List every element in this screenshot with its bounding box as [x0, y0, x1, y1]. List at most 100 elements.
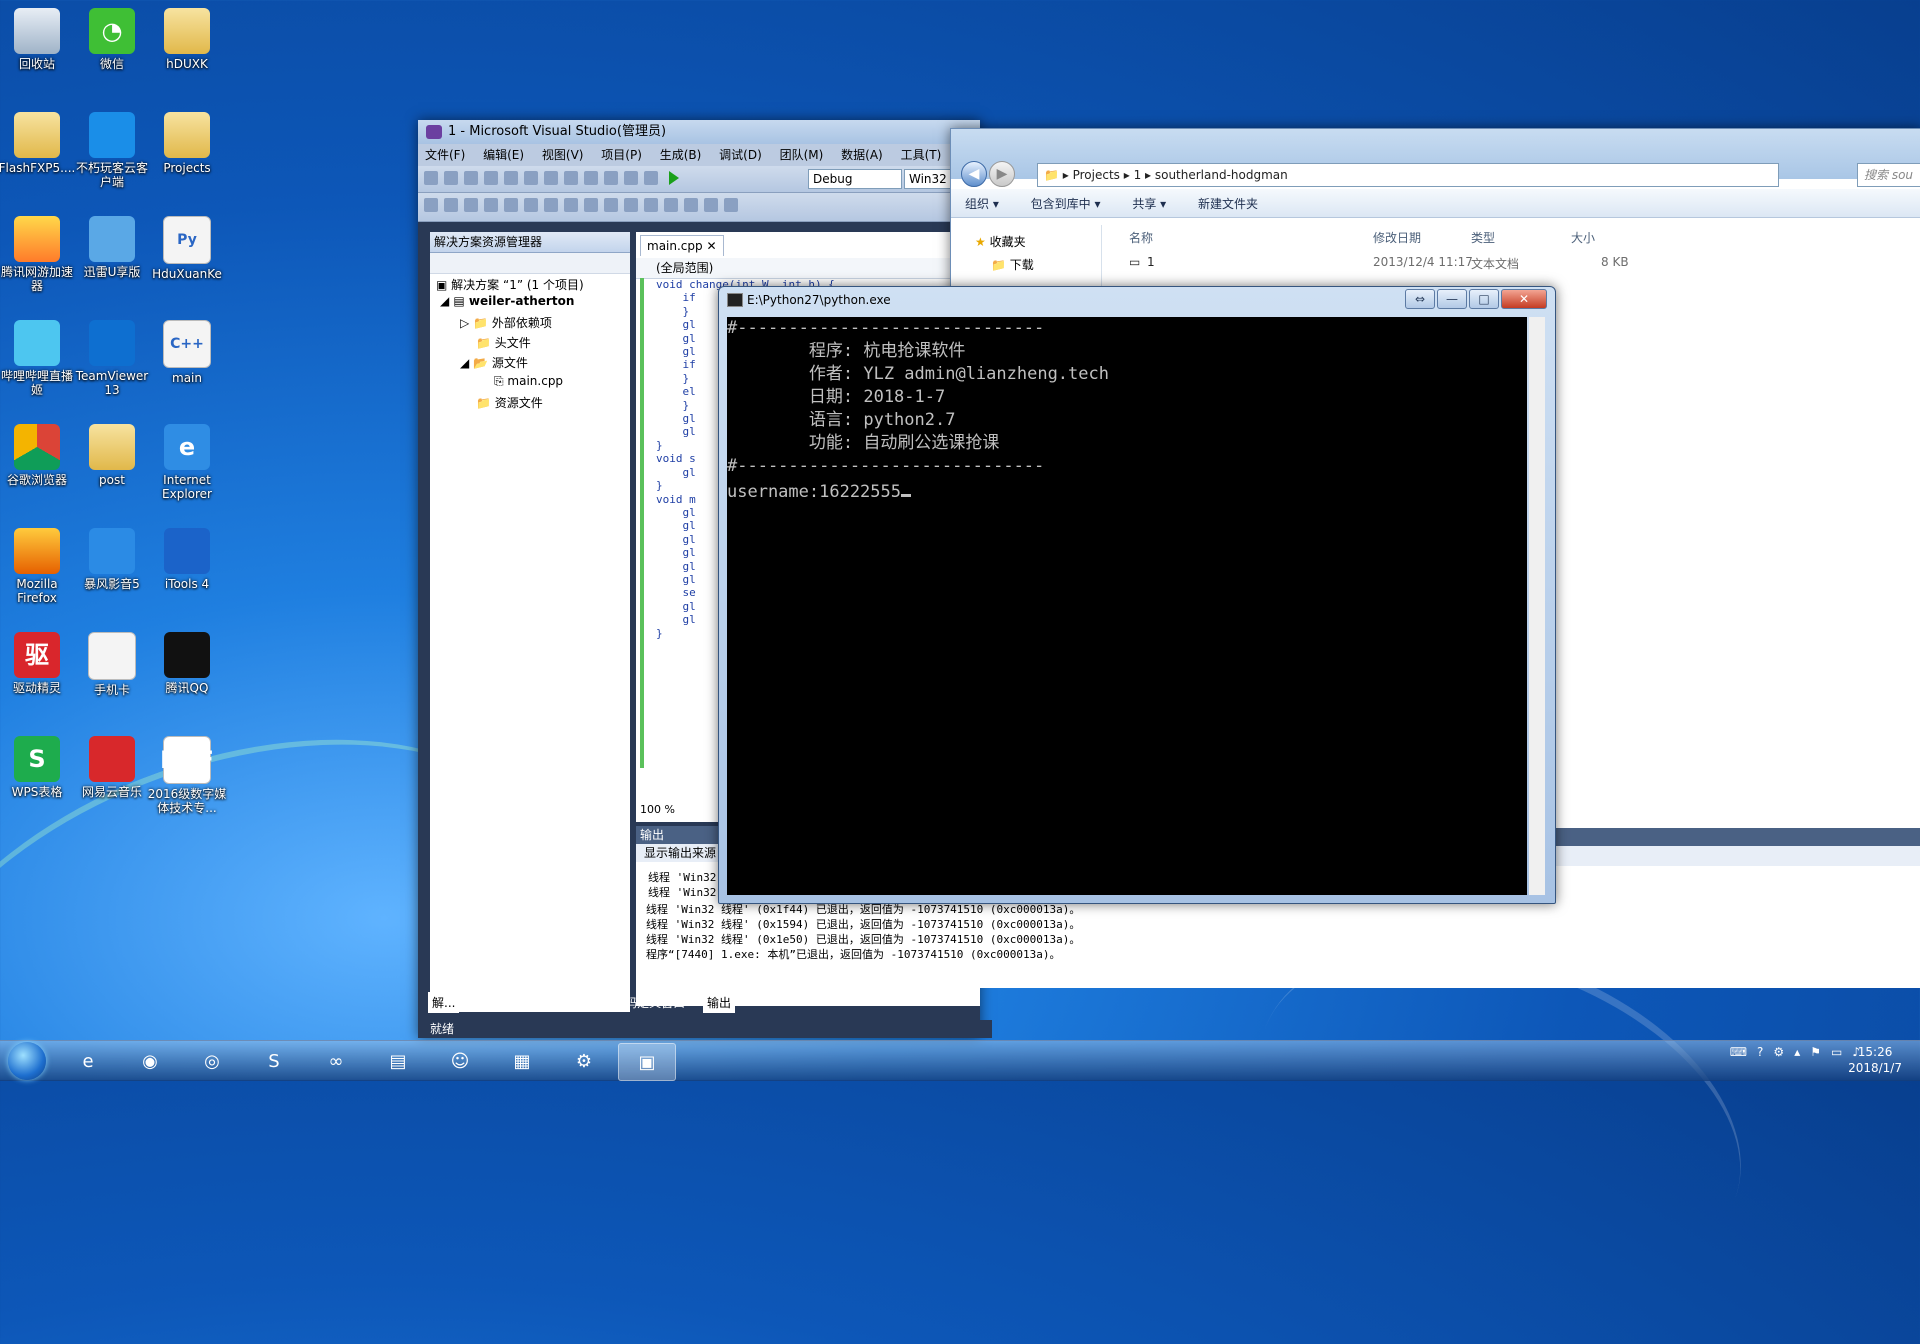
taskbar-sublime-icon[interactable]: S	[246, 1043, 302, 1079]
tab-class-view[interactable]: 类...	[473, 992, 504, 1013]
taskbar-vs-icon[interactable]: ∞	[308, 1043, 364, 1079]
navigate-back-icon[interactable]	[624, 171, 638, 185]
show-hidden-icon[interactable]: ▴	[1794, 1045, 1800, 1059]
cut-icon[interactable]	[524, 171, 538, 185]
paste-icon[interactable]	[564, 171, 578, 185]
network-icon[interactable]: ▭	[1831, 1045, 1842, 1059]
col-type[interactable]: 类型	[1471, 229, 1495, 246]
desktop-icon[interactable]: Projects	[146, 112, 228, 175]
keyboard-icon[interactable]: ⌨	[1730, 1045, 1747, 1059]
toolbar-icon[interactable]	[544, 198, 558, 212]
toolbar-icon[interactable]	[684, 198, 698, 212]
tab-code-definition[interactable]: 代码定义窗口	[609, 992, 689, 1013]
toolbar-icon[interactable]	[504, 198, 518, 212]
menu-debug[interactable]: 调试(D)	[719, 148, 762, 162]
menu-team[interactable]: 团队(M)	[780, 148, 824, 162]
desktop-icon[interactable]: 谷歌浏览器	[0, 424, 78, 487]
clock[interactable]: 15:26 2018/1/7	[1848, 1044, 1902, 1076]
forward-button[interactable]: ▶	[989, 161, 1015, 187]
tab-team[interactable]: 团...	[564, 992, 595, 1013]
navigate-forward-icon[interactable]	[644, 171, 658, 185]
undo-icon[interactable]	[584, 171, 598, 185]
config-select[interactable]: Debug	[808, 169, 902, 189]
toolbar-icon[interactable]	[624, 198, 638, 212]
taskbar-firefox-icon[interactable]: ◉	[122, 1043, 178, 1079]
breadcrumb-current[interactable]: southerland-hodgman	[1155, 168, 1288, 182]
minimize-button[interactable]: —	[1437, 289, 1467, 309]
desktop-icon[interactable]: 腾讯网游加速器	[0, 216, 78, 293]
maximize-button[interactable]: □	[1469, 289, 1499, 309]
taskbar-python-icon[interactable]: ⚙	[556, 1043, 612, 1079]
breadcrumb-1[interactable]: 1	[1134, 168, 1142, 182]
menu-build[interactable]: 生成(B)	[660, 148, 702, 162]
toolbar-icon[interactable]	[464, 198, 478, 212]
toolbar-icon[interactable]	[704, 198, 718, 212]
close-icon[interactable]: ✕	[706, 239, 716, 253]
desktop-icon[interactable]: 回收站	[0, 8, 78, 71]
restore-icon[interactable]: ⇔	[1405, 289, 1435, 309]
taskbar-avatar-icon[interactable]: ☺	[432, 1043, 488, 1079]
share-button[interactable]: 共享 ▾	[1132, 195, 1166, 212]
desktop-icon[interactable]: 驱驱动精灵	[0, 632, 78, 695]
save-icon[interactable]	[484, 171, 498, 185]
redo-icon[interactable]	[604, 171, 618, 185]
start-button[interactable]	[8, 1042, 46, 1080]
folder-resources[interactable]: 📁 资源文件	[476, 394, 543, 411]
menu-project[interactable]: 项目(P)	[601, 148, 642, 162]
menu-file[interactable]: 文件(F)	[425, 148, 465, 162]
address-bar[interactable]: 📁 ▸ Projects ▸ 1 ▸ southerland-hodgman	[1037, 163, 1779, 187]
include-in-library-button[interactable]: 包含到库中 ▾	[1031, 195, 1101, 212]
tab-properties[interactable]: 属...	[519, 992, 550, 1013]
settings-icon[interactable]: ⚙	[1773, 1045, 1784, 1059]
desktop-icon[interactable]: TeamViewer 13	[71, 320, 153, 397]
file-row[interactable]: ▭ 1 2013/12/4 11:17 文本文档 8 KB	[1121, 253, 1901, 273]
toolbar-icon[interactable]	[584, 198, 598, 212]
desktop-icon[interactable]: iTools 4	[146, 528, 228, 591]
desktop-icon[interactable]: ◔ 微信	[71, 8, 153, 71]
zoom-level[interactable]: 100 %	[640, 803, 675, 816]
desktop-icon[interactable]: FlashFXP5....	[0, 112, 78, 175]
menu-edit[interactable]: 编辑(E)	[483, 148, 524, 162]
desktop-icon[interactable]: Mozilla Firefox	[0, 528, 78, 605]
flag-icon[interactable]: ⚑	[1810, 1045, 1821, 1059]
new-project-icon[interactable]	[424, 171, 438, 185]
help-icon[interactable]: ?	[1757, 1045, 1763, 1059]
console-scrollbar[interactable]	[1529, 317, 1545, 895]
back-button[interactable]: ◀	[961, 161, 987, 187]
toolbar-icon[interactable]	[424, 198, 438, 212]
desktop-icon[interactable]: PDF 2016级数字媒体技术专...	[146, 736, 228, 815]
nav-favorites[interactable]: ★ 收藏夹	[975, 233, 1101, 250]
taskbar-explorer-icon[interactable]: ▤	[370, 1043, 426, 1079]
desktop-icon[interactable]: 手机卡	[71, 632, 153, 697]
desktop-icon[interactable]: C++ main	[146, 320, 228, 385]
nav-downloads[interactable]: 📁 下载	[991, 256, 1101, 273]
desktop-icon[interactable]: 网易云音乐	[71, 736, 153, 799]
toolbar-icon[interactable]	[524, 198, 538, 212]
taskbar-console-icon[interactable]: ▣	[618, 1043, 676, 1081]
col-size[interactable]: 大小	[1571, 229, 1595, 246]
menu-view[interactable]: 视图(V)	[542, 148, 584, 162]
breadcrumb-projects[interactable]: Projects	[1073, 168, 1120, 182]
desktop-icon[interactable]: 迅雷U享版	[71, 216, 153, 279]
search-input[interactable]: 搜索 sou	[1857, 163, 1920, 187]
taskbar-bilibili-icon[interactable]: ▦	[494, 1043, 550, 1079]
menu-data[interactable]: 数据(A)	[841, 148, 883, 162]
project-node[interactable]: ◢ ▤ weiler-atherton	[440, 294, 574, 308]
toolbar-icon[interactable]	[444, 198, 458, 212]
col-name[interactable]: 名称	[1129, 229, 1153, 246]
vs-title-bar[interactable]: 1 - Microsoft Visual Studio(管理员)	[418, 120, 980, 144]
open-icon[interactable]	[464, 171, 478, 185]
solution-node[interactable]: ▣ 解决方案 “1” (1 个项目)	[436, 276, 584, 293]
desktop-icon[interactable]: post	[71, 424, 153, 487]
col-modified[interactable]: 修改日期	[1373, 229, 1421, 246]
desktop-icon[interactable]: 哔哩哔哩直播姬	[0, 320, 78, 397]
save-all-icon[interactable]	[504, 171, 518, 185]
desktop-icon[interactable]: 不朽玩客云客户端	[71, 112, 153, 189]
tab-main-cpp[interactable]: main.cpp ✕	[640, 235, 724, 256]
toolbar-icon[interactable]	[564, 198, 578, 212]
toolbar-icon[interactable]	[664, 198, 678, 212]
close-button[interactable]: ✕	[1501, 289, 1547, 309]
scope-dropdown[interactable]: (全局范围)	[636, 258, 1000, 279]
desktop-icon[interactable]: 暴风影音5	[71, 528, 153, 591]
taskbar-ie-icon[interactable]: e	[60, 1043, 116, 1079]
